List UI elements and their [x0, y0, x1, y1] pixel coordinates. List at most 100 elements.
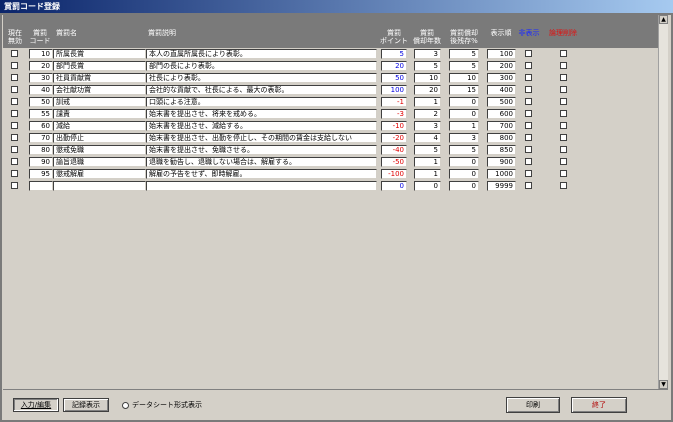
hide-checkbox[interactable]: [525, 62, 532, 69]
hide-checkbox[interactable]: [525, 98, 532, 105]
name-field[interactable]: 会社献功賞: [53, 85, 146, 95]
hide-checkbox[interactable]: [525, 170, 532, 177]
point-field[interactable]: -40: [381, 145, 407, 155]
hide-checkbox[interactable]: [525, 158, 532, 165]
hide-checkbox[interactable]: [525, 182, 532, 189]
name-field[interactable]: 懲戒免職: [53, 145, 146, 155]
active-checkbox[interactable]: [11, 122, 18, 129]
years-field[interactable]: 5: [414, 61, 441, 71]
name-field[interactable]: 出勤停止: [53, 133, 146, 143]
description-field[interactable]: 始末書を提出させ、出勤を停止し、その期間の賃金は支給しない: [146, 133, 377, 143]
description-field[interactable]: [146, 181, 377, 191]
code-field[interactable]: 90: [29, 157, 53, 167]
point-field[interactable]: 100: [381, 85, 407, 95]
point-field[interactable]: -100: [381, 169, 407, 179]
tab-list[interactable]: 記録表示: [63, 398, 109, 412]
code-field[interactable]: 80: [29, 145, 53, 155]
years-field[interactable]: 3: [414, 121, 441, 131]
delete-checkbox[interactable]: [560, 50, 567, 57]
name-field[interactable]: 社員貢献賞: [53, 73, 146, 83]
delete-checkbox[interactable]: [560, 86, 567, 93]
active-checkbox[interactable]: [11, 182, 18, 189]
hide-checkbox[interactable]: [525, 74, 532, 81]
years-field[interactable]: 2: [414, 109, 441, 119]
tab-edit[interactable]: 入力/編集: [13, 398, 59, 412]
vertical-scrollbar[interactable]: ▲ ▼: [658, 15, 668, 389]
code-field[interactable]: 55: [29, 109, 53, 119]
delete-checkbox[interactable]: [560, 158, 567, 165]
years-field[interactable]: 4: [414, 133, 441, 143]
description-field[interactable]: 始末書を提出させ、免職させる。: [146, 145, 377, 155]
name-field[interactable]: 訓戒: [53, 97, 146, 107]
delete-checkbox[interactable]: [560, 62, 567, 69]
restore-field[interactable]: 10: [449, 73, 479, 83]
point-field[interactable]: 0: [381, 181, 407, 191]
active-checkbox[interactable]: [11, 50, 18, 57]
code-field[interactable]: 20: [29, 61, 53, 71]
point-field[interactable]: 5: [381, 49, 407, 59]
description-field[interactable]: 解雇の予告をせず、即時解雇。: [146, 169, 377, 179]
hide-checkbox[interactable]: [525, 134, 532, 141]
years-field[interactable]: 0: [414, 181, 441, 191]
order-field[interactable]: 200: [487, 61, 516, 71]
years-field[interactable]: 10: [414, 73, 441, 83]
active-checkbox[interactable]: [11, 98, 18, 105]
years-field[interactable]: 1: [414, 169, 441, 179]
name-field[interactable]: 懲戒解雇: [53, 169, 146, 179]
code-field[interactable]: 10: [29, 49, 53, 59]
delete-checkbox[interactable]: [560, 110, 567, 117]
restore-field[interactable]: 15: [449, 85, 479, 95]
point-field[interactable]: -10: [381, 121, 407, 131]
order-field[interactable]: 850: [487, 145, 516, 155]
order-field[interactable]: 500: [487, 97, 516, 107]
order-field[interactable]: 1000: [487, 169, 516, 179]
hide-checkbox[interactable]: [525, 86, 532, 93]
hide-checkbox[interactable]: [525, 110, 532, 117]
restore-field[interactable]: 0: [449, 97, 479, 107]
point-field[interactable]: -1: [381, 97, 407, 107]
description-field[interactable]: 社長により表彰。: [146, 73, 377, 83]
restore-field[interactable]: 0: [449, 109, 479, 119]
description-field[interactable]: 口頭による注意。: [146, 97, 377, 107]
name-field[interactable]: 譴責: [53, 109, 146, 119]
order-field[interactable]: 9999: [487, 181, 516, 191]
active-checkbox[interactable]: [11, 170, 18, 177]
restore-field[interactable]: 0: [449, 157, 479, 167]
active-checkbox[interactable]: [11, 146, 18, 153]
delete-checkbox[interactable]: [560, 146, 567, 153]
scroll-up-icon[interactable]: ▲: [659, 15, 668, 24]
scroll-down-icon[interactable]: ▼: [659, 380, 668, 389]
name-field[interactable]: 所属長賞: [53, 49, 146, 59]
order-field[interactable]: 400: [487, 85, 516, 95]
delete-checkbox[interactable]: [560, 134, 567, 141]
active-checkbox[interactable]: [11, 134, 18, 141]
datasheet-radio[interactable]: [122, 402, 129, 409]
name-field[interactable]: 部門長賞: [53, 61, 146, 71]
restore-field[interactable]: 5: [449, 49, 479, 59]
hide-checkbox[interactable]: [525, 122, 532, 129]
order-field[interactable]: 800: [487, 133, 516, 143]
name-field[interactable]: 減給: [53, 121, 146, 131]
years-field[interactable]: 3: [414, 49, 441, 59]
code-field[interactable]: 70: [29, 133, 53, 143]
restore-field[interactable]: 5: [449, 145, 479, 155]
name-field[interactable]: [53, 181, 146, 191]
print-button[interactable]: 印刷: [506, 397, 560, 413]
hide-checkbox[interactable]: [525, 50, 532, 57]
restore-field[interactable]: 0: [449, 181, 479, 191]
order-field[interactable]: 600: [487, 109, 516, 119]
years-field[interactable]: 1: [414, 97, 441, 107]
code-field[interactable]: 95: [29, 169, 53, 179]
hide-checkbox[interactable]: [525, 146, 532, 153]
point-field[interactable]: 50: [381, 73, 407, 83]
order-field[interactable]: 700: [487, 121, 516, 131]
active-checkbox[interactable]: [11, 110, 18, 117]
active-checkbox[interactable]: [11, 62, 18, 69]
delete-checkbox[interactable]: [560, 74, 567, 81]
restore-field[interactable]: 0: [449, 169, 479, 179]
active-checkbox[interactable]: [11, 158, 18, 165]
code-field[interactable]: 30: [29, 73, 53, 83]
code-field[interactable]: 50: [29, 97, 53, 107]
delete-checkbox[interactable]: [560, 170, 567, 177]
restore-field[interactable]: 3: [449, 133, 479, 143]
